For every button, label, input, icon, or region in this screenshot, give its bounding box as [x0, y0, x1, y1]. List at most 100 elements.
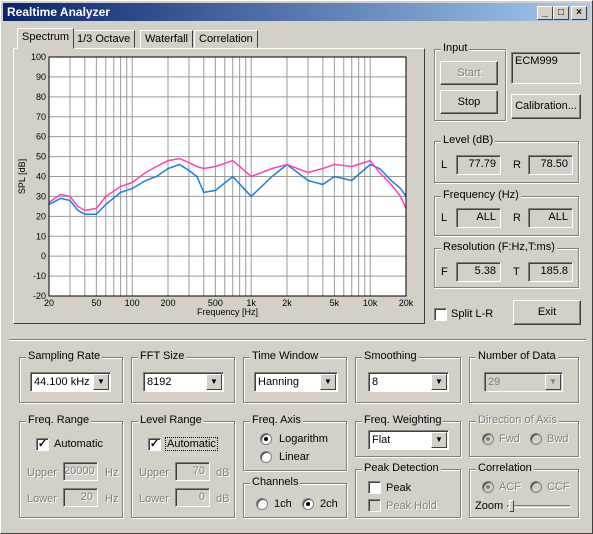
tab-third-octave[interactable]: 1/3 Octave: [72, 30, 136, 48]
channel-2ch-radio[interactable]: [302, 498, 314, 510]
channels-label: Channels: [250, 476, 301, 488]
calibration-button[interactable]: Calibration...: [511, 94, 581, 119]
freq-range-label: Freq. Range: [26, 414, 92, 426]
freq-axis-group: Freq. Axis: [243, 414, 347, 471]
freq-range-upper-input: 20000: [63, 462, 98, 481]
y-tick-label: 10: [36, 231, 46, 241]
linear-radio[interactable]: [260, 451, 272, 463]
frequency-r-value: ALL: [528, 208, 573, 228]
tab-waterfall[interactable]: Waterfall: [140, 30, 193, 48]
channel-1ch-radio[interactable]: [256, 498, 268, 510]
chevron-down-icon[interactable]: ▼: [206, 374, 222, 390]
minimize-button[interactable]: _: [537, 6, 553, 20]
chevron-down-icon: ▼: [545, 374, 561, 390]
tab-spectrum[interactable]: Spectrum: [17, 28, 75, 49]
direction-label: Direction of Axis: [476, 414, 559, 426]
freq-weighting-select[interactable]: Flat ▼: [368, 430, 449, 450]
calibration-label: Calibration...: [515, 100, 577, 112]
level-r-label: R: [513, 159, 521, 171]
ccf-radio: [530, 481, 542, 493]
y-tick-label: 100: [31, 52, 46, 62]
zoom-slider-track[interactable]: [507, 505, 571, 508]
spectrum-chart: 1009080706050403020100-10-2020 50 100 200 50…: [17, 52, 414, 317]
sampling-rate-label: Sampling Rate: [26, 350, 103, 362]
correlation-label: Correlation: [476, 462, 534, 474]
tab-correlation[interactable]: Correlation: [194, 30, 258, 48]
x-tick-label: 100: [125, 298, 140, 308]
number-of-data-value: 29: [488, 376, 501, 388]
smoothing-value: 8: [372, 376, 379, 388]
y-axis-label: SPL [dB]: [17, 159, 27, 194]
fft-size-select[interactable]: 8192 ▼: [143, 372, 224, 392]
linear-label: Linear: [279, 451, 310, 463]
x-tick-label: 5k: [330, 298, 340, 308]
ccf-label: CCF: [547, 481, 570, 493]
x-tick-label: 20: [44, 298, 54, 308]
resolution-f-value: 5.38: [456, 262, 501, 282]
input-group-label: Input: [441, 42, 470, 54]
level-range-auto-checkbox[interactable]: ✓: [148, 438, 161, 451]
exit-label: Exit: [537, 306, 557, 318]
start-label: Start: [457, 67, 481, 79]
sampling-rate-select[interactable]: 44.100 kHz ▼: [30, 372, 111, 392]
smoothing-select[interactable]: 8 ▼: [368, 372, 449, 392]
sampling-rate-value: 44.100 kHz: [34, 376, 90, 388]
level-range-upper-label: Upper: [139, 467, 169, 479]
level-l-value: 77.79: [456, 155, 501, 175]
y-tick-label: 0: [41, 251, 46, 261]
freq-axis-label: Freq. Axis: [250, 414, 303, 426]
peak-hold-checkbox: [368, 499, 381, 512]
start-button[interactable]: Start: [440, 61, 498, 85]
y-tick-label: 70: [36, 112, 46, 122]
chevron-down-icon[interactable]: ▼: [431, 374, 447, 390]
chevron-down-icon[interactable]: ▼: [93, 374, 109, 390]
peak-hold-label: Peak Hold: [386, 500, 437, 512]
maximize-button[interactable]: □: [553, 6, 569, 20]
exit-button[interactable]: Exit: [513, 300, 581, 325]
chevron-down-icon[interactable]: ▼: [320, 374, 336, 390]
zoom-slider-handle[interactable]: [509, 500, 514, 512]
freq-weighting-value: Flat: [372, 434, 391, 446]
y-tick-label: 50: [36, 152, 46, 162]
peak-checkbox[interactable]: [368, 481, 381, 494]
freq-weighting-label: Freq. Weighting: [362, 414, 444, 426]
split-lr-label: Split L-R: [451, 308, 494, 320]
x-tick-label: 2k: [282, 298, 292, 308]
level-range-upper-input: 70: [175, 462, 210, 481]
level-range-lower-input: 0: [175, 488, 210, 507]
frequency-r-label: R: [513, 212, 521, 224]
y-tick-label: 20: [36, 211, 46, 221]
freq-range-upper-label: Upper: [27, 467, 57, 479]
x-tick-label: 10k: [363, 298, 378, 308]
split-lr-checkbox[interactable]: [434, 308, 447, 321]
level-r-value: 78.50: [528, 155, 573, 175]
freq-range-auto-checkbox[interactable]: ✓: [36, 438, 49, 451]
y-tick-label: -10: [33, 271, 46, 281]
input-device-field: ECM999: [511, 52, 581, 84]
x-tick-label: 200: [160, 298, 175, 308]
freq-range-auto-label: Automatic: [54, 438, 103, 450]
logarithm-radio[interactable]: [260, 433, 272, 445]
fwd-label: Fwd: [499, 433, 520, 445]
y-tick-label: 40: [36, 172, 46, 182]
frequency-group-label: Frequency (Hz): [441, 189, 521, 201]
bwd-radio: [530, 433, 542, 445]
peak-detection-label: Peak Detection: [362, 462, 441, 474]
level-range-upper-unit: dB: [216, 467, 230, 479]
time-window-select[interactable]: Hanning ▼: [254, 372, 338, 392]
fft-size-label: FFT Size: [138, 350, 187, 362]
peak-label: Peak: [386, 482, 412, 494]
y-tick-label: 30: [36, 191, 46, 201]
level-range-lower-label: Lower: [139, 493, 169, 505]
bwd-label: Bwd: [547, 433, 569, 445]
level-range-lower-unit: dB: [216, 493, 230, 505]
time-window-value: Hanning: [258, 376, 299, 388]
level-group-label: Level (dB): [441, 134, 496, 146]
close-button[interactable]: ×: [571, 6, 587, 20]
chevron-down-icon[interactable]: ▼: [431, 432, 447, 448]
x-tick-label: 20k: [399, 298, 414, 308]
frequency-l-value: ALL: [456, 208, 501, 228]
stop-button[interactable]: Stop: [440, 90, 498, 114]
x-axis-label: Frequency [Hz]: [197, 307, 258, 317]
title-bar[interactable]: Realtime Analyzer _ □ ×: [3, 3, 590, 21]
